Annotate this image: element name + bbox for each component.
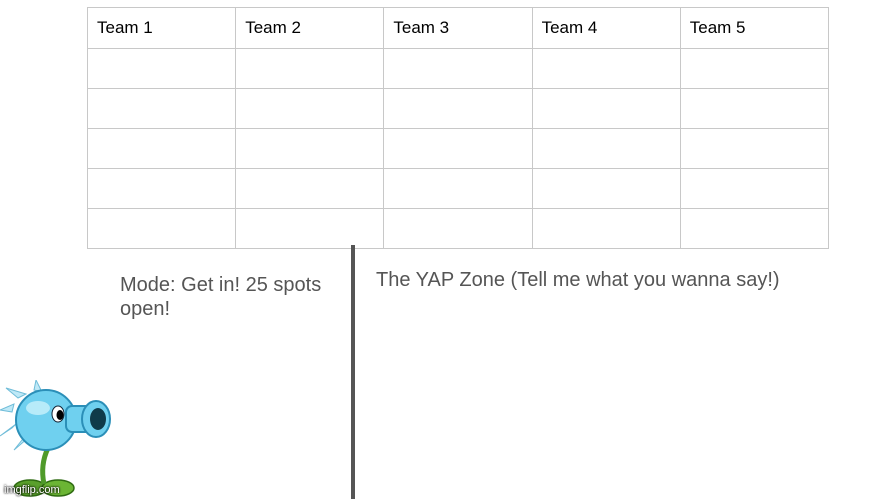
table-cell: [86, 208, 237, 249]
team-header-2: Team 2: [235, 7, 385, 49]
table-cell: [679, 168, 830, 209]
table-row: [86, 48, 830, 89]
table-cell: [531, 128, 681, 169]
table-cell: [235, 168, 385, 209]
mode-caption: Mode: Get in! 25 spots open!: [120, 274, 322, 320]
table-cell: [679, 88, 830, 129]
team-header-row: Team 1 Team 2 Team 3 Team 4 Team 5: [86, 7, 830, 49]
table-cell: [531, 88, 681, 129]
team-header-1: Team 1: [86, 7, 237, 49]
table-cell: [383, 48, 533, 89]
table-cell: [679, 128, 830, 169]
table-row: [86, 128, 830, 169]
table-cell: [86, 88, 237, 129]
table-cell: [86, 168, 237, 209]
table-cell: [679, 208, 830, 249]
table-cell: [383, 208, 533, 249]
vertical-divider: [351, 245, 355, 499]
watermark: imgflip.com: [4, 484, 60, 496]
table-cell: [383, 88, 533, 129]
table-cell: [235, 48, 385, 89]
team-header-3: Team 3: [383, 7, 533, 49]
table-cell: [383, 128, 533, 169]
table-cell: [679, 48, 830, 89]
table-row: [86, 88, 830, 129]
table-cell: [235, 88, 385, 129]
table-cell: [86, 128, 237, 169]
table-cell: [383, 168, 533, 209]
table-row: [86, 168, 830, 209]
table-cell: [235, 208, 385, 249]
snow-pea-plant-icon: [0, 380, 111, 497]
table-cell: [235, 128, 385, 169]
table-cell: [86, 48, 237, 89]
table-cell: [531, 48, 681, 89]
team-table: Team 1 Team 2 Team 3 Team 4 Team 5: [86, 7, 830, 249]
team-header-5: Team 5: [679, 7, 830, 49]
yap-zone-caption: The YAP Zone (Tell me what you wanna say…: [376, 269, 780, 291]
table-cell: [531, 208, 681, 249]
table-cell: [531, 168, 681, 209]
team-header-4: Team 4: [531, 7, 681, 49]
table-row: [86, 208, 830, 249]
